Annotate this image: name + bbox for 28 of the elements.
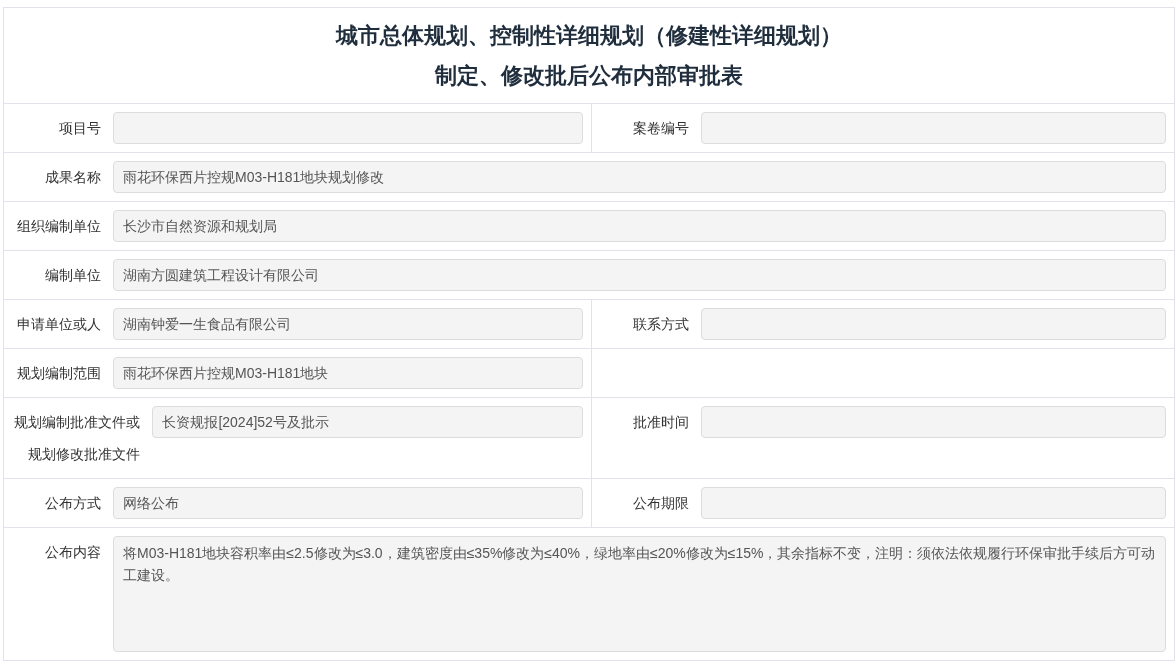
field-label: 规划编制范围 — [16, 364, 101, 383]
input-field[interactable] — [701, 487, 1166, 519]
field-label: 组织编制单位 — [16, 217, 101, 236]
input-field[interactable] — [701, 308, 1166, 340]
field-label: 编制单位 — [44, 266, 101, 285]
field-label: 项目号 — [58, 119, 101, 138]
input-field[interactable] — [113, 112, 583, 144]
input-field[interactable]: 雨花环保西片控规M03-H181地块 — [113, 357, 583, 389]
input-field[interactable]: 湖南钟爱一生食品有限公司 — [113, 308, 583, 340]
field-label: 案卷编号 — [632, 119, 689, 138]
field-label: 规划编制批准文件或规划修改批准文件 — [13, 413, 141, 464]
input-field[interactable]: 湖南方圆建筑工程设计有限公司 — [113, 259, 1166, 291]
text-area[interactable]: 将M03-H181地块容积率由≤2.5修改为≤3.0，建筑密度由≤35%修改为≤40%，绿地率由≤20%修改为≤15%，其余指标不变，注明：须依法依规履行环保审批手续后方可动工建设。 — [113, 536, 1166, 652]
field-label: 批准时间 — [632, 413, 689, 432]
field-label: 公布方式 — [44, 494, 101, 513]
input-field[interactable]: 网络公布 — [113, 487, 583, 519]
input-field[interactable] — [701, 406, 1166, 438]
field-label: 公布内容 — [44, 543, 101, 562]
input-field[interactable]: 长资规报[2024]52号及批示 — [152, 406, 583, 438]
form-title: 制定、修改批后公布内部审批表 — [435, 61, 743, 90]
input-field[interactable] — [701, 112, 1166, 144]
field-label: 申请单位或人 — [16, 315, 101, 334]
field-label: 公布期限 — [632, 494, 689, 513]
input-field[interactable]: 雨花环保西片控规M03-H181地块规划修改 — [113, 161, 1166, 193]
form-title: 城市总体规划、控制性详细规划（修建性详细规划） — [336, 21, 842, 50]
field-label: 联系方式 — [632, 315, 689, 334]
input-field[interactable]: 长沙市自然资源和规划局 — [113, 210, 1166, 242]
field-label: 成果名称 — [44, 168, 101, 187]
